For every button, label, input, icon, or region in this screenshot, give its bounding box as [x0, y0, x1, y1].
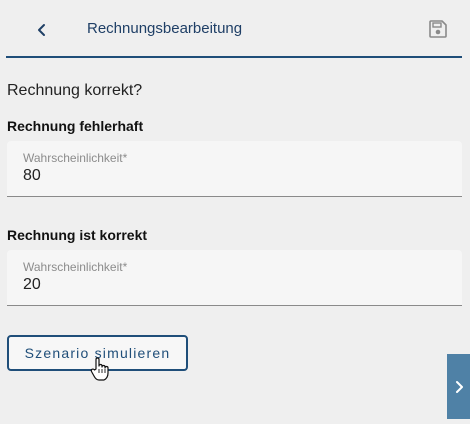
probability-field-korrekt[interactable]: Wahrscheinlichkeit* 20: [7, 250, 462, 306]
scenario-label-fehlerhaft: Rechnung fehlerhaft: [7, 118, 144, 134]
field-label: Wahrscheinlichkeit*: [23, 260, 128, 274]
floppy-disk-icon: [429, 20, 447, 38]
probability-input-korrekt[interactable]: 20: [23, 276, 423, 294]
page-title: Rechnungsbearbeitung: [87, 20, 243, 37]
chevron-left-icon: [38, 24, 45, 36]
question-text: Rechnung korrekt?: [7, 82, 143, 99]
hand-pointer-icon: [90, 357, 109, 381]
side-panel-toggle[interactable]: [447, 354, 470, 419]
scenario-label-korrekt: Rechnung ist korrekt: [7, 227, 148, 243]
app-header: Rechnungsbearbeitung: [6, 0, 462, 58]
back-button[interactable]: [28, 16, 56, 44]
save-button[interactable]: [426, 17, 450, 41]
probability-field-fehlerhaft[interactable]: Wahrscheinlichkeit* 80: [7, 141, 462, 197]
probability-input-fehlerhaft[interactable]: 80: [23, 167, 423, 185]
field-label: Wahrscheinlichkeit*: [23, 151, 128, 165]
chevron-right-icon: [455, 380, 463, 393]
